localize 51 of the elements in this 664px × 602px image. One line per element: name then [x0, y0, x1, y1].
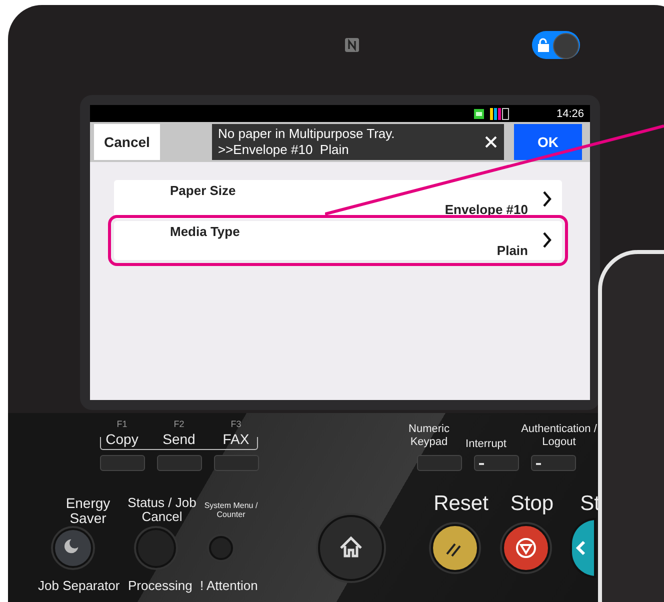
- setting-row[interactable]: Paper Size Envelope #10: [114, 180, 562, 219]
- round-button[interactable]: [136, 528, 176, 568]
- stop-button[interactable]: [502, 524, 550, 572]
- function-key[interactable]: [157, 455, 202, 471]
- toner-icon: [490, 108, 510, 120]
- round-button[interactable]: [209, 536, 233, 560]
- button-label: Status / Job Cancel: [126, 496, 198, 525]
- message-line: >>Envelope #10 Plain: [218, 142, 350, 158]
- function-key[interactable]: [100, 455, 145, 471]
- function-key-number: F2: [172, 419, 186, 429]
- key-label: Interrupt: [464, 438, 508, 451]
- setting-value: Envelope #10: [444, 202, 528, 217]
- power-button[interactable]: [53, 528, 93, 568]
- key-label: Numeric Keypad: [408, 423, 450, 449]
- clock-time: 14:26: [556, 108, 584, 120]
- button-label: Energy Saver: [64, 496, 112, 527]
- button-label: Reset: [432, 492, 490, 516]
- setting-label: Media Type: [170, 224, 240, 239]
- button-label: System Menu / Counter: [203, 502, 259, 520]
- button-label: Stop: [509, 492, 555, 516]
- start-button[interactable]: [570, 518, 596, 578]
- panel-key[interactable]: [417, 455, 462, 471]
- unlock-icon: [538, 38, 550, 52]
- key-label: Authentication / Logout: [520, 423, 598, 449]
- setting-row[interactable]: Media Type Plain: [114, 221, 562, 260]
- indicator-label: Processing: [128, 578, 192, 593]
- chevron-left-icon: [576, 540, 586, 556]
- setting-value: Plain: [496, 243, 528, 258]
- cancel-button[interactable]: Cancel: [94, 124, 160, 160]
- chevron-icon: [542, 231, 552, 249]
- ok-button[interactable]: OK: [514, 124, 582, 160]
- indicator-label: Job Separator: [38, 578, 120, 593]
- setting-label: Paper Size: [170, 183, 236, 198]
- button-label: St: [579, 492, 601, 516]
- function-key-number: F1: [116, 419, 128, 429]
- panel-key[interactable]: [474, 455, 519, 471]
- function-key-label: Send: [162, 431, 196, 447]
- close-icon[interactable]: [484, 135, 498, 149]
- panel-key[interactable]: [531, 455, 576, 471]
- nfc-icon: [344, 37, 360, 53]
- home-button[interactable]: [318, 515, 384, 581]
- tray-icon: [474, 108, 484, 118]
- reset-button[interactable]: [431, 524, 479, 572]
- lock-toggle[interactable]: [532, 31, 580, 59]
- message-line: No paper in Multipurpose Tray.: [218, 126, 396, 142]
- indicator-label: ! Attention: [200, 578, 258, 593]
- function-key-number: F3: [230, 419, 242, 429]
- chevron-icon: [542, 190, 552, 208]
- function-key-label: Copy: [104, 431, 140, 447]
- function-key[interactable]: [214, 455, 259, 471]
- function-key-label: FAX: [222, 431, 250, 447]
